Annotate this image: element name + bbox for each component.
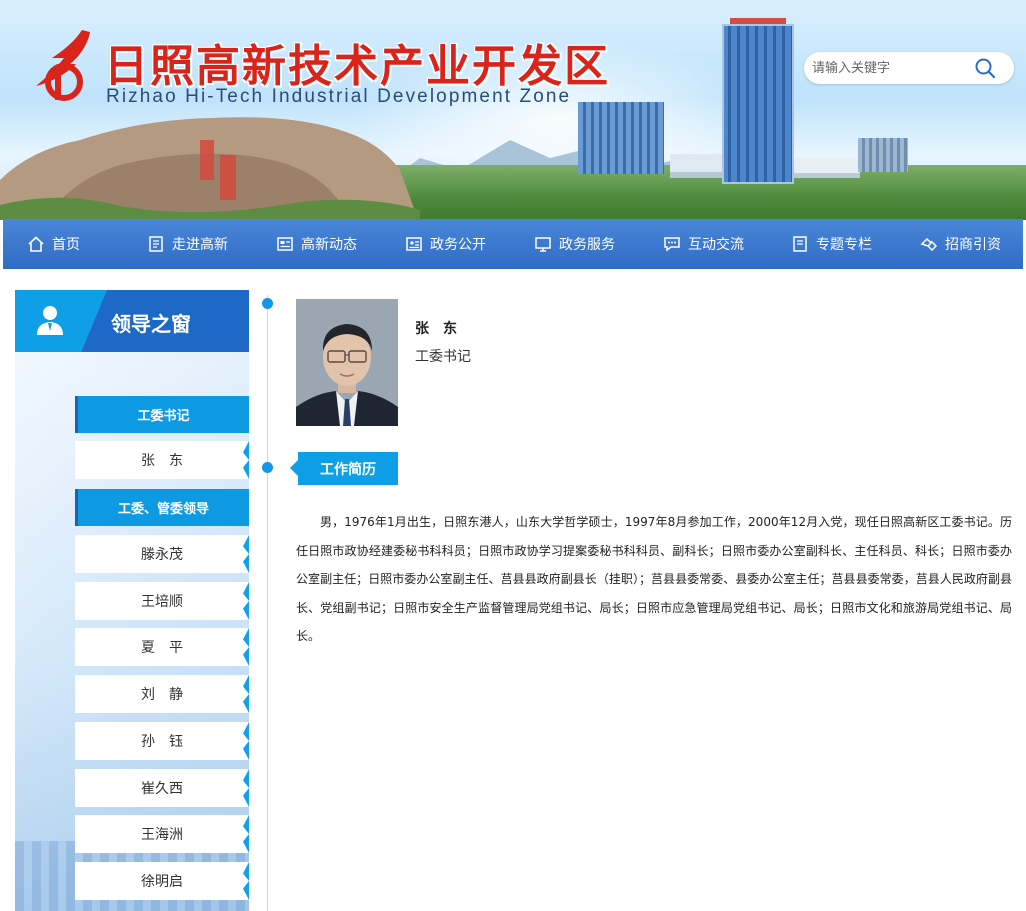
leader-sidebar: 领导之窗 工委书记 张 东 工委、管委领导 滕永茂 王培顺 夏 平 刘 静 孙 … (15, 290, 249, 911)
sidebar-item-sun-yu[interactable]: 孙 钰 (75, 722, 249, 760)
search-input[interactable] (812, 58, 972, 78)
office-building (858, 138, 908, 172)
bookmark-icon (793, 236, 807, 252)
nav-investment[interactable]: 招商引资 (920, 219, 1001, 269)
sidebar-item-xia-ping[interactable]: 夏 平 (75, 628, 249, 666)
header-banner: 日照高新技术产业开发区 Rizhao Hi-Tech Industrial De… (0, 0, 1026, 220)
sidebar-item-wang-haizhou[interactable]: 王海洲 (75, 815, 249, 853)
low-building (790, 158, 860, 178)
section-tag: 工作简历 (290, 452, 398, 485)
sidebar-title: 领导之窗 (111, 312, 191, 336)
nav-about[interactable]: 走进高新 (147, 219, 228, 269)
nav-news[interactable]: 高新动态 (276, 219, 357, 269)
nav-label: 高新动态 (301, 237, 357, 253)
sidebar-category: 工委、管委领导 (75, 489, 249, 526)
sidebar-category: 工委书记 (75, 396, 249, 433)
leader-photo (296, 299, 398, 426)
timeline-line (267, 295, 268, 911)
leader-position: 工委书记 (415, 349, 471, 365)
home-icon (28, 236, 44, 252)
sidebar-item-xu-mingqi[interactable]: 徐明启 (75, 862, 249, 900)
nav-home[interactable]: 首页 (27, 219, 80, 269)
sidebar-item-zhang-dong[interactable]: 张 东 (75, 441, 249, 479)
document-icon (149, 236, 163, 252)
site-title: 日照高新技术产业开发区 (104, 41, 610, 92)
announcement-icon (406, 237, 422, 251)
nav-label: 互动交流 (688, 237, 744, 253)
handshake-icon (920, 237, 938, 252)
nav-label: 政务公开 (430, 237, 486, 253)
nav-label: 招商引资 (945, 237, 1001, 253)
tower-building (722, 24, 794, 184)
nav-interaction[interactable]: 互动交流 (663, 219, 744, 269)
nav-label: 政务服务 (559, 237, 615, 253)
sidebar-item-liu-jing[interactable]: 刘 静 (75, 675, 249, 713)
person-icon (37, 306, 63, 335)
office-building (578, 102, 664, 174)
nav-label: 走进高新 (172, 237, 228, 253)
news-icon (277, 237, 293, 251)
site-subtitle: Rizhao Hi-Tech Industrial Development Zo… (106, 86, 572, 107)
search-icon[interactable] (974, 57, 996, 79)
sidebar-item-cui-jiuxi[interactable]: 崔久西 (75, 769, 249, 807)
logo-icon (36, 30, 90, 101)
timeline-dot (262, 462, 273, 473)
chat-icon (664, 237, 680, 252)
timeline-dot (262, 298, 273, 309)
rock-mountain (0, 117, 420, 220)
nav-gov-open[interactable]: 政务公开 (405, 219, 486, 269)
nav-label: 专题专栏 (816, 237, 872, 253)
portrait-image (296, 299, 398, 426)
leader-name: 张 东 (415, 321, 457, 337)
monitor-icon (535, 237, 551, 252)
sidebar-item-wang-peishun[interactable]: 王培顺 (75, 582, 249, 620)
nav-label: 首页 (52, 237, 80, 253)
biography-text: 男，1976年1月出生，日照东港人，山东大学哲学硕士，1997年8月参加工作，2… (296, 515, 1012, 643)
section-title: 工作简历 (320, 461, 376, 478)
sidebar-item-teng-yongmao[interactable]: 滕永茂 (75, 535, 249, 573)
section-tag-arrow (290, 460, 298, 476)
nav-topics[interactable]: 专题专栏 (791, 219, 872, 269)
main-nav: 首页 走进高新 高新动态 政务公开 政务服务 互动交流 专题专栏 招商引资 (3, 219, 1023, 269)
sidebar-header: 领导之窗 (15, 290, 249, 352)
nav-gov-service[interactable]: 政务服务 (534, 219, 615, 269)
